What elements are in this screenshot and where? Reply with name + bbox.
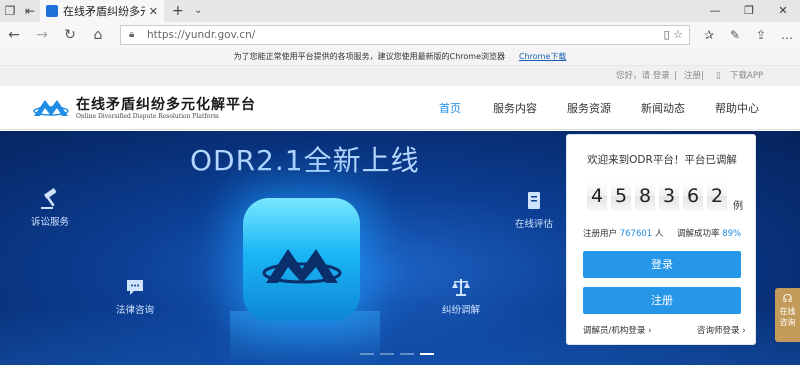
gavel-icon	[41, 188, 57, 209]
counselor-login-link[interactable]: 咨询师登录 ›	[697, 324, 746, 336]
success-label: 调解成功率	[677, 229, 720, 239]
counter-digit: 6	[683, 181, 703, 211]
chat-icon	[127, 280, 143, 295]
success-rate: 调解成功率 89%	[677, 227, 741, 239]
nav-resources[interactable]: 服务资源	[567, 100, 611, 116]
tab-title: 在线矛盾纠纷多元化解平	[63, 5, 145, 18]
reading-view-icon[interactable]: ▯ ☆	[664, 28, 683, 41]
phone-icon: ▯	[716, 71, 721, 81]
headset-icon: ☊	[782, 292, 793, 305]
litigation-service[interactable]: 诉讼服务	[10, 188, 90, 228]
nav-news[interactable]: 新闻动态	[641, 100, 685, 116]
browser-tools: ✰ ✎ ⇪ …	[696, 22, 800, 48]
hero-title: ODR2.1全新上线	[190, 144, 420, 177]
chevron-down-icon[interactable]: ⌄	[194, 0, 202, 22]
registered-users: 注册用户 767601 人	[583, 227, 663, 239]
counselor-login-label: 咨询师登录	[697, 326, 740, 336]
counter-digit: 3	[659, 181, 679, 211]
favorites-icon[interactable]: ✰	[696, 28, 722, 42]
window-controls: — ❐ ✕	[698, 0, 800, 22]
chevron-right-icon: ›	[648, 326, 652, 336]
carousel-dot-active[interactable]	[420, 353, 434, 355]
counter-digit: 5	[611, 181, 631, 211]
mediator-login-link[interactable]: 调解员/机构登录 ›	[583, 324, 651, 336]
chevron-right-icon: ›	[742, 326, 746, 336]
url-field[interactable]: 🔒︎ https://yundr.gov.cn/ ▯ ☆	[120, 25, 690, 45]
favicon-icon	[46, 5, 58, 17]
document-icon	[528, 192, 540, 209]
minimize-icon[interactable]: —	[698, 0, 732, 22]
home-icon[interactable]: ⌂	[84, 27, 112, 43]
site-name-en: Online Diversified Dispute Resolution Pl…	[76, 113, 219, 120]
register-button[interactable]: 注册	[583, 287, 741, 314]
site-header: 在线矛盾纠纷多元化解平台 Online Diversified Dispute …	[0, 86, 800, 130]
lock-icon: 🔒︎	[129, 29, 135, 40]
side-help-line2: 咨询	[779, 318, 796, 327]
nav-home[interactable]: 首页	[439, 100, 461, 116]
nav-services[interactable]: 服务内容	[493, 100, 537, 116]
mediator-login-label: 调解员/机构登录	[583, 326, 646, 336]
browser-tabbar: ❐ ⇤ 在线矛盾纠纷多元化解平 ✕ + ⌄ — ❐ ✕	[0, 0, 800, 22]
download-app-link[interactable]: 下载APP	[730, 66, 763, 86]
separator: |	[674, 71, 677, 81]
share-icon[interactable]: ⇪	[748, 28, 774, 42]
browser-notice: 为了您能正常使用平台提供的各项服务，建议您使用最新版的Chrome浏览器 Chro…	[0, 48, 800, 66]
users-count: 767601	[619, 229, 653, 239]
legal-consultation[interactable]: 法律咨询	[95, 276, 175, 316]
dispute-mediation-label: 纠纷调解	[441, 305, 480, 316]
maximize-icon[interactable]: ❐	[732, 0, 766, 22]
tab-back-icon[interactable]: ⇤	[20, 0, 40, 22]
counter-digit: 2	[707, 181, 727, 211]
notice-text: 为了您能正常使用平台提供的各项服务，建议您使用最新版的Chrome浏览器	[233, 52, 505, 61]
forward-icon[interactable]: →	[28, 27, 56, 43]
carousel-dot[interactable]	[360, 353, 374, 355]
carousel-dot[interactable]	[380, 353, 394, 355]
mediation-counter: 4 5 8 3 6 2	[587, 181, 731, 211]
litigation-service-label: 诉讼服务	[30, 217, 69, 228]
nav-help[interactable]: 帮助中心	[715, 100, 759, 116]
welcome-text: 欢迎来到ODR平台！平台已调解	[587, 154, 737, 166]
dispute-mediation[interactable]: 纠纷调解	[421, 276, 501, 316]
site-logo-icon[interactable]	[32, 95, 70, 119]
success-value: 89%	[722, 229, 742, 239]
site-name: 在线矛盾纠纷多元化解平台	[76, 97, 256, 113]
refresh-icon[interactable]: ↻	[56, 27, 84, 43]
browser-tab[interactable]: 在线矛盾纠纷多元化解平 ✕	[40, 0, 164, 22]
url-text: https://yundr.gov.cn/	[147, 29, 256, 41]
counter-unit: 例	[733, 201, 743, 212]
user-bar: 您好，请 登录 | 注册 | ▯ 下载APP	[0, 66, 800, 86]
online-assessment[interactable]: 在线评估	[494, 190, 574, 230]
hero-logo-icon	[262, 249, 342, 284]
users-label: 注册用户	[583, 229, 618, 239]
legal-consultation-label: 法律咨询	[115, 305, 154, 316]
login-prompt[interactable]: 您好，请 登录	[616, 66, 670, 86]
scales-icon	[452, 279, 470, 296]
chrome-download-link[interactable]: Chrome下载	[519, 52, 566, 61]
close-window-icon[interactable]: ✕	[766, 0, 800, 22]
close-tab-icon[interactable]: ✕	[149, 5, 158, 18]
login-card: 欢迎来到ODR平台！平台已调解 4 5 8 3 6 2 例 注册用户 76760…	[566, 134, 756, 345]
side-help-line1: 在线	[779, 307, 796, 316]
counter-digit: 4	[587, 181, 607, 211]
users-unit: 人	[654, 229, 664, 239]
more-icon[interactable]: …	[774, 28, 800, 42]
online-consult-tab[interactable]: ☊ 在线 咨询	[775, 288, 800, 342]
online-assessment-label: 在线评估	[514, 219, 553, 230]
pen-icon[interactable]: ✎	[722, 28, 748, 42]
carousel-dots	[360, 353, 440, 355]
register-link[interactable]: 注册	[684, 66, 701, 86]
login-button[interactable]: 登录	[583, 251, 741, 278]
carousel-dot[interactable]	[400, 353, 414, 355]
new-tab-icon[interactable]: +	[172, 0, 184, 22]
tab-actions-icon[interactable]: ❐	[0, 0, 20, 22]
address-toolbar: ← → ↻ ⌂ 🔒︎ https://yundr.gov.cn/ ▯ ☆ ✰ ✎…	[0, 22, 800, 48]
counter-digit: 8	[635, 181, 655, 211]
separator: |	[701, 71, 704, 81]
back-icon[interactable]: ←	[0, 27, 28, 43]
